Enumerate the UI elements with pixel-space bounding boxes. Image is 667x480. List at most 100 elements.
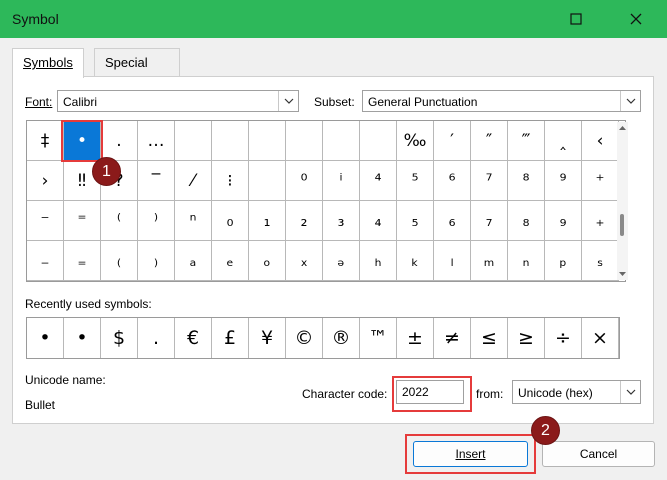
font-dropdown[interactable]: Calibri	[57, 90, 299, 112]
symbol-cell[interactable]: ₙ	[508, 241, 545, 281]
symbol-cell[interactable]: ₘ	[471, 241, 508, 281]
symbol-cell[interactable]: ₎	[138, 241, 175, 281]
symbol-cell[interactable]: ₃	[323, 201, 360, 241]
recent-symbol-cell[interactable]: ≥	[508, 318, 545, 358]
symbol-cell[interactable]: ‡	[27, 121, 64, 161]
symbol-cell[interactable]: ⁾	[138, 201, 175, 241]
recent-symbol-cell[interactable]: •	[27, 318, 64, 358]
symbol-cell[interactable]: ₕ	[360, 241, 397, 281]
recent-symbol-cell[interactable]: $	[101, 318, 138, 358]
subset-dropdown[interactable]: General Punctuation	[362, 90, 641, 112]
symbol-cell[interactable]	[212, 121, 249, 161]
tab-symbols-label: Symbols	[23, 55, 73, 70]
callout-badge-1: 1	[92, 157, 121, 186]
scroll-up-arrow-icon	[619, 126, 626, 130]
symbol-cell[interactable]: ⁹	[545, 161, 582, 201]
window-title: Symbol	[12, 11, 59, 27]
symbol-cell[interactable]: ₐ	[175, 241, 212, 281]
symbol-cell[interactable]: ₇	[471, 201, 508, 241]
symbol-cell[interactable]: ⁶	[434, 161, 471, 201]
symbol-cell[interactable]: ₄	[360, 201, 397, 241]
character-code-highlight	[392, 376, 472, 412]
symbol-cell[interactable]	[249, 121, 286, 161]
symbol-cell[interactable]: ₅	[397, 201, 434, 241]
symbol-cell[interactable]	[175, 121, 212, 161]
close-button[interactable]	[613, 0, 659, 38]
recent-symbol-cell[interactable]: ®	[323, 318, 360, 358]
cancel-button-label: Cancel	[579, 447, 618, 461]
symbol-cell[interactable]: ′	[434, 121, 471, 161]
symbol-cell[interactable]: ⁴	[360, 161, 397, 201]
recent-symbol-cell[interactable]: ™	[360, 318, 397, 358]
symbol-cell[interactable]	[360, 121, 397, 161]
symbol-cell[interactable]: ‴	[508, 121, 545, 161]
recent-symbol-cell[interactable]: •	[64, 318, 101, 358]
symbol-cell[interactable]	[286, 121, 323, 161]
symbol-cell[interactable]: ₈	[508, 201, 545, 241]
symbol-cell[interactable]: ₁	[249, 201, 286, 241]
symbol-cell[interactable]: ⁺	[582, 161, 619, 201]
symbol-cell[interactable]	[323, 121, 360, 161]
recent-symbol-cell[interactable]: ≤	[471, 318, 508, 358]
symbol-cell[interactable]: ₆	[434, 201, 471, 241]
recent-symbol-cell[interactable]: ±	[397, 318, 434, 358]
subset-value: General Punctuation	[368, 95, 478, 109]
cancel-button[interactable]: Cancel	[542, 441, 655, 467]
symbol-cell[interactable]: ⁻	[27, 201, 64, 241]
symbol-cell[interactable]: ⁄	[175, 161, 212, 201]
recent-symbol-cell[interactable]: ©	[286, 318, 323, 358]
symbol-cell[interactable]: ₖ	[397, 241, 434, 281]
symbol-cell[interactable]: ⁱ	[323, 161, 360, 201]
font-value: Calibri	[63, 95, 98, 109]
title-bar: Symbol	[0, 0, 667, 38]
symbol-grid-scrollbar[interactable]	[617, 122, 628, 280]
maximize-button[interactable]	[553, 0, 599, 38]
recent-symbol-cell[interactable]: ÷	[545, 318, 582, 358]
symbol-cell[interactable]: ›	[27, 161, 64, 201]
callout-badge-2: 2	[531, 416, 560, 445]
symbol-cell[interactable]: ⁿ	[175, 201, 212, 241]
symbol-cell[interactable]: ⁷	[471, 161, 508, 201]
symbol-cell[interactable]: ₂	[286, 201, 323, 241]
symbol-cell[interactable]: ₋	[27, 241, 64, 281]
symbol-cell[interactable]: ₊	[582, 201, 619, 241]
symbol-cell[interactable]: ⁸	[508, 161, 545, 201]
symbol-cell[interactable]: .	[101, 121, 138, 161]
symbol-cell[interactable]: ₀	[212, 201, 249, 241]
close-icon	[630, 13, 642, 25]
recent-symbol-cell[interactable]: ≠	[434, 318, 471, 358]
symbol-cell[interactable]: ₚ	[545, 241, 582, 281]
symbol-cell[interactable]: ⁽	[101, 201, 138, 241]
symbol-cell[interactable]: …	[138, 121, 175, 161]
symbol-cell[interactable]: ₑ	[212, 241, 249, 281]
maximize-icon	[570, 13, 582, 25]
symbol-cell[interactable]: ₉	[545, 201, 582, 241]
from-dropdown[interactable]: Unicode (hex)	[512, 380, 641, 404]
recent-symbol-cell[interactable]: .	[138, 318, 175, 358]
symbol-cell[interactable]: ⁵	[397, 161, 434, 201]
symbol-cell[interactable]: ₓ	[286, 241, 323, 281]
symbol-cell[interactable]: ‰	[397, 121, 434, 161]
scrollbar-thumb[interactable]	[620, 214, 624, 236]
recent-symbol-cell[interactable]: ×	[582, 318, 619, 358]
symbol-cell[interactable]: ₍	[101, 241, 138, 281]
symbol-cell[interactable]: ⁝	[212, 161, 249, 201]
symbol-cell[interactable]: ‾	[138, 161, 175, 201]
symbol-cell[interactable]: ″	[471, 121, 508, 161]
symbol-cell[interactable]: ₔ	[323, 241, 360, 281]
symbol-cell[interactable]: ₌	[64, 241, 101, 281]
symbol-cell[interactable]: ⁼	[64, 201, 101, 241]
tab-symbols[interactable]: Symbols	[12, 48, 84, 78]
symbol-cell[interactable]: ‹	[582, 121, 619, 161]
from-label: from:	[476, 387, 504, 401]
recent-symbol-cell[interactable]: €	[175, 318, 212, 358]
tab-special-characters[interactable]: Special Characters	[94, 48, 180, 97]
symbol-cell[interactable]: ⁰	[286, 161, 323, 201]
symbol-cell[interactable]: ₛ	[582, 241, 619, 281]
symbol-cell[interactable]: ‸	[545, 121, 582, 161]
symbol-cell[interactable]	[249, 161, 286, 201]
symbol-cell[interactable]: ₗ	[434, 241, 471, 281]
symbol-cell[interactable]: ₒ	[249, 241, 286, 281]
recent-symbol-cell[interactable]: ¥	[249, 318, 286, 358]
recent-symbol-cell[interactable]: £	[212, 318, 249, 358]
